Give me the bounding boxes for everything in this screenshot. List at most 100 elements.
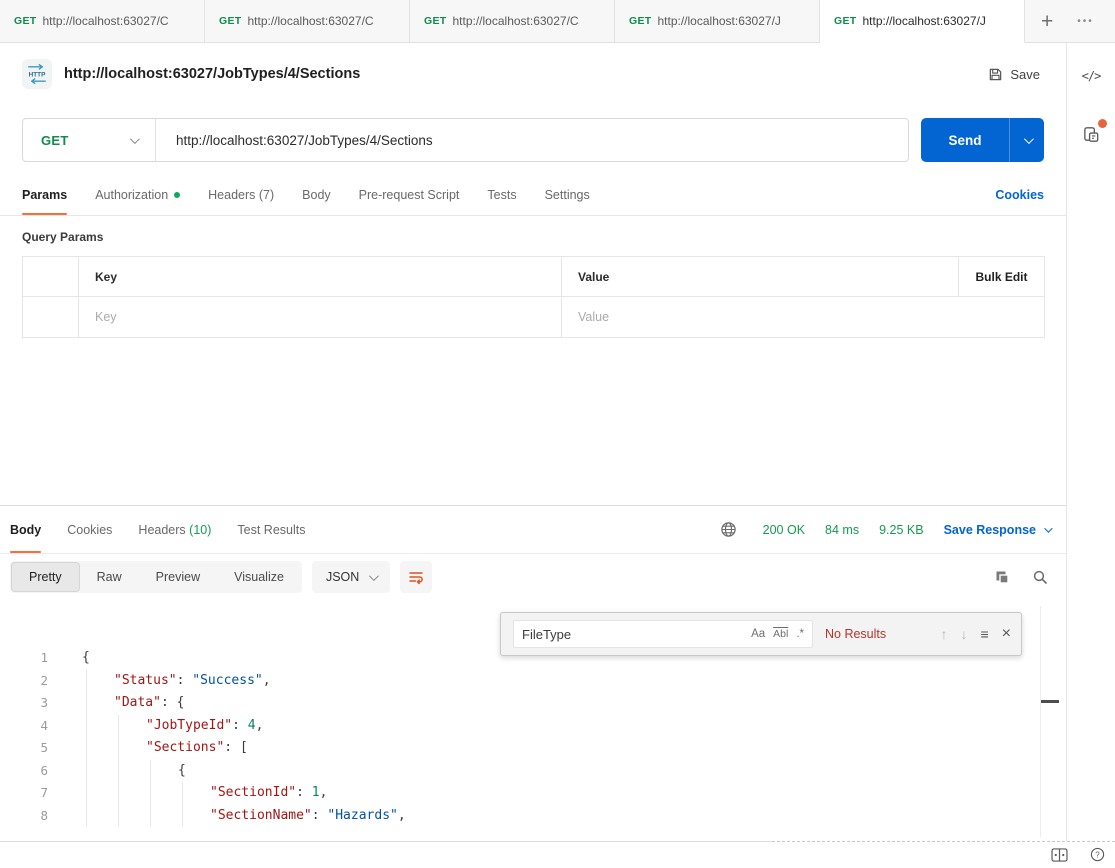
- status-badge: 200 OK: [763, 523, 805, 537]
- save-button[interactable]: Save: [988, 67, 1040, 82]
- toolbar-right-actions: [988, 563, 1054, 591]
- tab-method-badge: GET: [14, 15, 37, 27]
- tab-method-badge: GET: [424, 15, 447, 27]
- param-value-input[interactable]: [578, 310, 942, 324]
- find-input[interactable]: [522, 627, 743, 642]
- indent-guide: [118, 715, 119, 828]
- whole-word-icon[interactable]: Abl: [773, 628, 788, 640]
- send-label[interactable]: Send: [921, 118, 1009, 162]
- request-header: HTTP http://localhost:63027/JobTypes/4/S…: [0, 43, 1066, 105]
- response-tabs: Body Cookies Headers (10) Test Results 2…: [0, 506, 1066, 554]
- code-line: 2 "Status": "Success",: [0, 670, 1066, 693]
- save-floppy-icon: [988, 67, 1003, 82]
- save-response-label: Save Response: [944, 523, 1036, 537]
- method-label: GET: [41, 133, 69, 148]
- two-pane-layout-icon[interactable]: [1051, 848, 1068, 862]
- tab-url-text: http://localhost:63027/C: [453, 14, 601, 28]
- request-tab-5-active[interactable]: GET http://localhost:63027/J: [820, 0, 1025, 43]
- tab-headers[interactable]: Headers (7): [208, 175, 274, 215]
- code-line: 7 "SectionId": 1,: [0, 782, 1066, 805]
- mode-raw[interactable]: Raw: [80, 562, 139, 592]
- request-tab-2[interactable]: GET http://localhost:63027/C: [205, 0, 410, 42]
- documentation-icon[interactable]: [1080, 123, 1102, 145]
- new-tab-icon[interactable]: +: [1041, 11, 1053, 32]
- code-line: 4 "JobTypeId": 4,: [0, 715, 1066, 738]
- help-icon[interactable]: ?: [1090, 847, 1105, 862]
- method-selector[interactable]: GET: [23, 119, 156, 161]
- request-body-empty-area: [0, 338, 1066, 505]
- param-key-input[interactable]: [95, 310, 545, 324]
- mode-visualize[interactable]: Visualize: [217, 562, 301, 592]
- tab-url-text: http://localhost:63027/C: [43, 14, 191, 28]
- request-tabs: Params Authorization Headers (7) Body Pr…: [0, 175, 1066, 216]
- line-number: 4: [0, 715, 56, 738]
- panel-divider: [0, 841, 772, 842]
- chevron-down-icon: [1023, 134, 1033, 144]
- svg-text:HTTP: HTTP: [29, 71, 46, 78]
- mode-pretty[interactable]: Pretty: [11, 562, 80, 592]
- code-snippet-icon[interactable]: </>: [1080, 65, 1102, 87]
- query-params-row: [23, 297, 1044, 337]
- search-response-icon[interactable]: [1026, 563, 1054, 591]
- match-case-icon[interactable]: Aa: [751, 628, 765, 640]
- response-meta: 200 OK 84 ms 9.25 KB Save Response: [715, 506, 1050, 553]
- request-tab-3[interactable]: GET http://localhost:63027/C: [410, 0, 615, 42]
- send-options-dropdown[interactable]: [1009, 118, 1044, 162]
- find-input-box: Aa Abl .*: [513, 620, 813, 648]
- view-mode-switcher: Pretty Raw Preview Visualize: [10, 561, 302, 593]
- save-response-button[interactable]: Save Response: [944, 523, 1050, 537]
- line-number: 8: [0, 805, 56, 828]
- find-navigation: ↑ ↓ ≡ ×: [940, 626, 1011, 642]
- close-find-icon[interactable]: ×: [1002, 626, 1011, 642]
- next-match-icon[interactable]: ↓: [960, 626, 967, 642]
- http-request-icon: HTTP: [22, 59, 52, 89]
- tab-prerequest-script[interactable]: Pre-request Script: [359, 175, 460, 215]
- response-tab-headers[interactable]: Headers (10): [138, 506, 211, 553]
- format-dropdown[interactable]: JSON: [312, 561, 390, 593]
- bulk-edit-button[interactable]: Bulk Edit: [975, 270, 1027, 284]
- value-column-header: Value: [578, 270, 609, 284]
- response-tab-test-results[interactable]: Test Results: [237, 506, 305, 553]
- find-results-status: No Results: [825, 627, 886, 641]
- request-tab-4[interactable]: GET http://localhost:63027/J: [615, 0, 820, 42]
- query-params-table: Key Value Bulk Edit: [22, 256, 1045, 338]
- tab-authorization[interactable]: Authorization: [95, 175, 180, 215]
- url-input[interactable]: [156, 133, 908, 148]
- wrap-lines-button[interactable]: [400, 561, 432, 593]
- cookies-link[interactable]: Cookies: [995, 175, 1044, 215]
- code-line: 3 "Data": {: [0, 692, 1066, 715]
- line-number: 2: [0, 670, 56, 693]
- tab-params[interactable]: Params: [22, 175, 67, 215]
- notification-dot: [1098, 119, 1107, 128]
- query-params-title: Query Params: [22, 230, 1066, 244]
- row-handle-column: [23, 257, 78, 296]
- editor-scrollbar-track[interactable]: [1040, 606, 1041, 837]
- previous-match-icon[interactable]: ↑: [940, 626, 947, 642]
- mode-preview[interactable]: Preview: [139, 562, 217, 592]
- indent-guide: [86, 670, 87, 828]
- response-size: 9.25 KB: [879, 523, 923, 537]
- globe-network-icon[interactable]: [715, 516, 743, 544]
- regex-icon[interactable]: .*: [796, 628, 804, 640]
- tab-body[interactable]: Body: [302, 175, 331, 215]
- line-number: 3: [0, 692, 56, 715]
- query-params-header-row: Key Value Bulk Edit: [23, 257, 1044, 297]
- find-in-selection-icon[interactable]: ≡: [980, 626, 988, 642]
- line-number: 6: [0, 760, 56, 783]
- request-tab-1[interactable]: GET http://localhost:63027/C: [0, 0, 205, 42]
- panel-resize-handle[interactable]: [772, 841, 1115, 842]
- tab-url-text: http://localhost:63027/C: [248, 14, 396, 28]
- indent-guide: [150, 760, 151, 828]
- key-column-header: Key: [95, 270, 117, 284]
- tab-tests[interactable]: Tests: [487, 175, 516, 215]
- send-button[interactable]: Send: [921, 118, 1044, 162]
- tab-settings[interactable]: Settings: [545, 175, 590, 215]
- copy-response-icon[interactable]: [988, 563, 1016, 591]
- svg-text:?: ?: [1095, 850, 1100, 859]
- response-toolbar: Pretty Raw Preview Visualize JSON: [0, 554, 1066, 600]
- response-tab-body[interactable]: Body: [10, 506, 41, 553]
- tab-method-badge: GET: [834, 15, 857, 27]
- tab-actions: + •••: [1025, 0, 1094, 42]
- response-tab-cookies[interactable]: Cookies: [67, 506, 112, 553]
- more-options-icon[interactable]: •••: [1077, 16, 1094, 27]
